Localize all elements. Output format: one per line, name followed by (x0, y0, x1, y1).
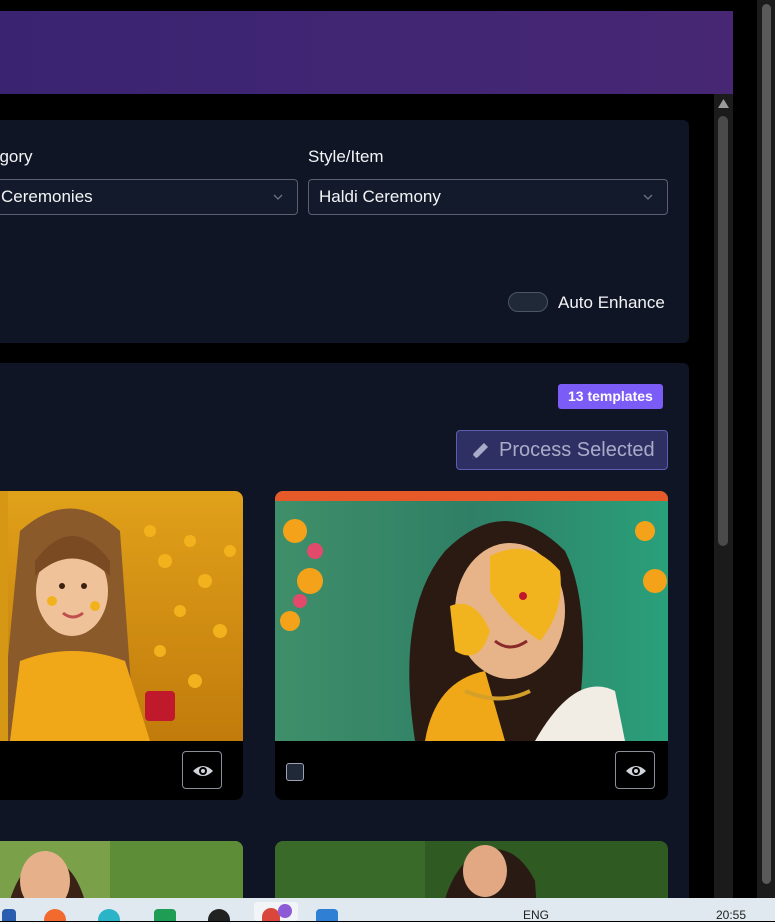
language-indicator[interactable]: ENG (523, 908, 549, 922)
template-photo (0, 841, 243, 903)
category-select[interactable]: Ceremonies (0, 179, 298, 215)
eye-icon (626, 766, 646, 776)
category-label: egory (0, 147, 33, 166)
style-item-label: Style/Item (308, 147, 384, 166)
template-photo (0, 491, 243, 741)
process-selected-button[interactable]: Process Selected (456, 430, 668, 470)
template-card[interactable] (275, 841, 668, 903)
profile-avatar-icon (278, 904, 292, 918)
taskbar-app-icon[interactable] (154, 909, 176, 921)
settings-panel: egory Ceremonies Style/Item Haldi Ceremo… (0, 120, 689, 343)
templates-panel: 13 templates Process Selected (0, 363, 689, 903)
scroll-thumb[interactable] (718, 116, 728, 546)
taskbar-active-app[interactable] (254, 902, 298, 921)
template-count-badge: 13 templates (558, 384, 663, 409)
taskbar-app-icon[interactable] (98, 909, 120, 921)
category-value: Ceremonies (1, 187, 93, 206)
chevron-down-icon (643, 194, 653, 200)
process-selected-label: Process Selected (499, 439, 655, 461)
template-card[interactable] (0, 491, 243, 800)
app-header-bar (0, 11, 733, 94)
template-card[interactable] (0, 841, 243, 903)
style-item-value: Haldi Ceremony (319, 187, 441, 206)
pencil-icon (472, 443, 488, 459)
os-taskbar: ENG 20:55 (0, 898, 775, 922)
eye-icon (193, 766, 213, 776)
template-photo (275, 841, 668, 903)
window-scroll-thumb[interactable] (762, 4, 771, 884)
auto-enhance-toggle[interactable] (508, 292, 548, 312)
scroll-up-arrow-icon[interactable] (718, 99, 729, 108)
style-item-select[interactable]: Haldi Ceremony (308, 179, 668, 215)
template-card[interactable] (275, 491, 668, 800)
taskbar-app-icon[interactable] (44, 909, 66, 921)
taskbar-app-icon[interactable] (316, 909, 338, 921)
auto-enhance-label: Auto Enhance (558, 293, 665, 312)
chevron-down-icon (273, 194, 283, 200)
taskbar-app-icon[interactable] (208, 909, 230, 921)
window-scrollbar[interactable] (757, 0, 775, 900)
clock-time[interactable]: 20:55 (716, 908, 746, 922)
select-checkbox[interactable] (286, 763, 304, 781)
taskbar-app-icon[interactable] (2, 909, 16, 921)
template-photo (275, 491, 668, 741)
preview-button[interactable] (615, 751, 655, 789)
preview-button[interactable] (182, 751, 222, 789)
content-scrollbar[interactable] (714, 94, 733, 902)
